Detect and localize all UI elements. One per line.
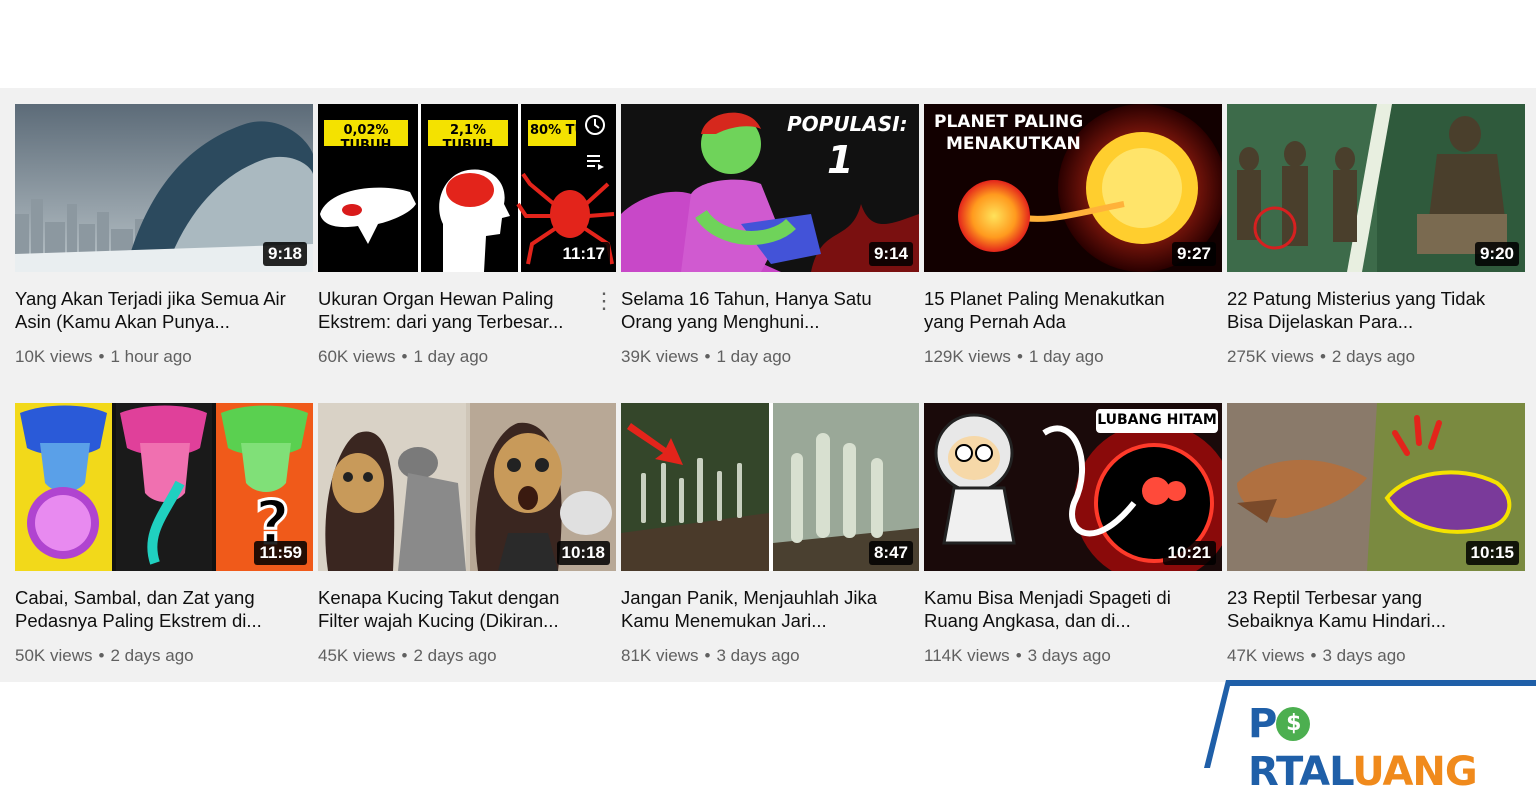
video-meta: 45K views • 2 days ago	[318, 646, 497, 666]
view-count: 47K views	[1227, 646, 1305, 665]
logo-wordmark: P $ RTALUANG	[1248, 700, 1536, 796]
upload-age: 1 day ago	[413, 347, 489, 366]
video-thumbnail[interactable]: 9:18	[15, 104, 313, 272]
video-meta: 50K views • 2 days ago	[15, 646, 194, 666]
thumbnail-overlay: 1	[827, 138, 854, 182]
logo-text-portal: RTAL	[1248, 749, 1353, 795]
meta-separator: •	[1310, 646, 1317, 665]
video-thumbnail[interactable]: 8:47	[621, 403, 919, 571]
view-count: 50K views	[15, 646, 93, 665]
thumbnail-overlay: MENAKUTKAN	[946, 134, 1081, 154]
video-title[interactable]: Ukuran Organ Hewan Paling Ekstrem: dari …	[318, 287, 593, 333]
upload-age: 1 day ago	[1028, 347, 1104, 366]
upload-age: 2 days ago	[110, 646, 194, 665]
meta-separator: •	[1015, 646, 1022, 665]
duration-badge: 9:18	[262, 242, 307, 266]
kebab-menu-icon: ⋮	[593, 288, 615, 313]
video-thumbnail[interactable]: 0,02% TUBUH 2,1% TUBUH 80% TUBUH 11:17	[318, 104, 616, 272]
meta-separator: •	[704, 646, 711, 665]
dollar-coin-icon: $	[1276, 707, 1311, 741]
video-title[interactable]: Selama 16 Tahun, Hanya Satu Orang yang M…	[621, 287, 896, 333]
meta-separator: •	[1319, 347, 1326, 366]
upload-age: 1 day ago	[716, 347, 792, 366]
upload-age: 1 hour ago	[110, 347, 192, 366]
video-meta: 39K views • 1 day ago	[621, 347, 791, 367]
duration-badge: 9:14	[868, 242, 913, 266]
video-meta: 47K views • 3 days ago	[1227, 646, 1406, 666]
meta-separator: •	[98, 646, 105, 665]
upload-age: 3 days ago	[1027, 646, 1111, 665]
thumbnail-overlay: PLANET PALING	[934, 112, 1084, 132]
duration-badge: 10:18	[556, 541, 610, 565]
duration-badge: 11:59	[254, 541, 307, 565]
duration-badge: 10:15	[1465, 541, 1519, 565]
watch-later-button[interactable]	[580, 110, 610, 140]
view-count: 60K views	[318, 347, 396, 366]
duration-badge: 8:47	[868, 541, 913, 565]
video-thumbnail[interactable]: PLANET PALING MENAKUTKAN 9:27	[924, 104, 1222, 272]
video-title[interactable]: Jangan Panik, Menjauhlah Jika Kamu Menem…	[621, 586, 896, 632]
meta-separator: •	[401, 347, 408, 366]
meta-separator: •	[98, 347, 105, 366]
thumbnail-label: 2,1% TUBUH	[442, 123, 494, 153]
video-title[interactable]: 23 Reptil Terbesar yang Sebaiknya Kamu H…	[1227, 586, 1502, 632]
duration-badge: 11:17	[557, 242, 610, 266]
view-count: 10K views	[15, 347, 93, 366]
video-title[interactable]: 22 Patung Misterius yang Tidak Bisa Dije…	[1227, 287, 1502, 333]
duration-badge: 9:20	[1474, 242, 1519, 266]
video-meta: 10K views • 1 hour ago	[15, 347, 192, 367]
clock-icon	[585, 115, 605, 135]
portaluang-logo: P $ RTALUANG	[1204, 678, 1536, 795]
upload-age: 3 days ago	[716, 646, 800, 665]
duration-badge: 10:21	[1162, 541, 1216, 565]
video-thumbnail[interactable]: POPULASI: 1 9:14	[621, 104, 919, 272]
duration-badge: 9:27	[1171, 242, 1216, 266]
meta-separator: •	[704, 347, 711, 366]
video-thumbnail[interactable]: LUBANG HITAM 10:21	[924, 403, 1222, 571]
logo-letter-p: P	[1248, 701, 1277, 747]
upload-age: 2 days ago	[1331, 347, 1416, 366]
add-to-queue-button[interactable]	[580, 146, 610, 176]
upload-age: 2 days ago	[413, 646, 497, 665]
video-title[interactable]: Cabai, Sambal, dan Zat yang Pedasnya Pal…	[15, 586, 290, 632]
view-count: 45K views	[318, 646, 396, 665]
video-thumbnail[interactable]: 10:15	[1227, 403, 1525, 571]
view-count: 39K views	[621, 347, 699, 366]
video-thumbnail[interactable]: 9:20	[1227, 104, 1525, 272]
video-meta: 129K views • 1 day ago	[924, 347, 1104, 367]
video-title[interactable]: 15 Planet Paling Menakutkan yang Pernah …	[924, 287, 1199, 333]
thumbnail-overlay: POPULASI:	[787, 112, 908, 136]
more-options-button[interactable]: ⋮	[593, 288, 615, 314]
view-count: 129K views	[924, 347, 1011, 366]
meta-separator: •	[1016, 347, 1023, 366]
video-meta: 114K views • 3 days ago	[924, 646, 1111, 666]
video-meta: 60K views • 1 day ago	[318, 347, 488, 367]
meta-separator: •	[401, 646, 408, 665]
queue-icon	[587, 155, 604, 170]
video-meta: 81K views • 3 days ago	[621, 646, 800, 666]
thumbnail-label: 0,02% TUBUH	[340, 123, 392, 153]
view-count: 81K views	[621, 646, 699, 665]
video-title[interactable]: Kamu Bisa Menjadi Spageti di Ruang Angka…	[924, 586, 1199, 632]
thumbnail-label: 80% TUBUH	[530, 123, 576, 138]
view-count: 114K views	[924, 646, 1010, 665]
video-title[interactable]: Yang Akan Terjadi jika Semua Air Asin (K…	[15, 287, 290, 333]
logo-text-uang: UANG	[1352, 749, 1478, 795]
video-thumbnail[interactable]: 10:18	[318, 403, 616, 571]
video-thumbnail[interactable]: ? 11:59	[15, 403, 313, 571]
video-title[interactable]: Kenapa Kucing Takut dengan Filter wajah …	[318, 586, 593, 632]
thumbnail-overlay: LUBANG HITAM	[1097, 412, 1217, 428]
upload-age: 3 days ago	[1322, 646, 1406, 665]
video-meta: 275K views • 2 days ago	[1227, 347, 1415, 367]
view-count: 275K views	[1227, 347, 1314, 366]
